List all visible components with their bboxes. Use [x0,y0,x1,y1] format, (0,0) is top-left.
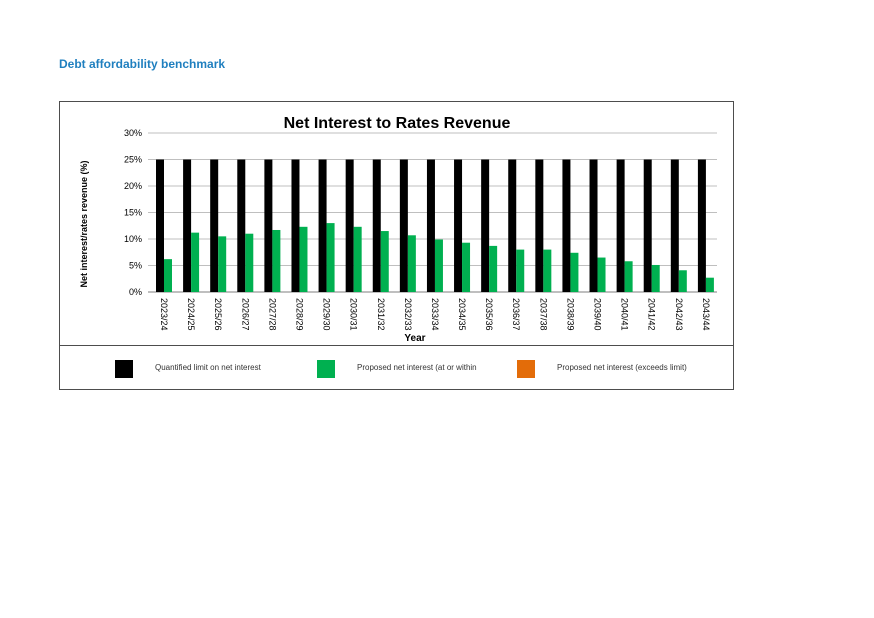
x-tick-label: 2023/24 [159,298,169,331]
bar-proposed [353,226,362,292]
bar-limit [481,159,490,292]
bar-proposed [326,223,335,292]
bar-proposed [516,249,525,292]
y-tick-label: 25% [124,155,142,165]
bar-limit [616,159,625,292]
y-tick-label: 15% [124,208,142,218]
bar-proposed [434,239,443,292]
x-tick-label: 2030/31 [349,298,359,331]
chart-title: Net Interest to Rates Revenue [284,115,511,132]
bar-limit [237,159,246,292]
bar-limit [372,159,381,292]
bar-limit [426,159,435,292]
bar-proposed [218,236,227,292]
x-tick-label: 2033/34 [430,298,440,331]
x-tick-label: 2027/28 [267,298,277,331]
bar-proposed [164,259,172,292]
bar-limit [156,159,164,292]
bar-proposed [191,232,200,292]
x-tick-label: 2042/43 [674,298,684,331]
bar-proposed [543,249,552,292]
y-tick-label: 10% [124,234,142,244]
bar-proposed [380,231,389,292]
x-tick-label: 2024/25 [186,298,196,331]
x-tick-label: 2035/36 [484,298,494,331]
bar-proposed [462,242,471,292]
chart-legend: Quantified limit on net interest Propose… [60,345,733,390]
y-tick-label: 0% [129,287,142,297]
bar-limit [508,159,517,292]
bar-proposed [272,229,281,292]
x-tick-label: 2034/35 [457,298,467,331]
y-tick-label: 30% [124,128,142,138]
bar-limit [318,159,327,292]
x-tick-label: 2039/40 [593,298,603,331]
legend-swatch-green [317,360,335,378]
bar-proposed [489,245,498,292]
x-tick-label: 2026/27 [240,298,250,331]
legend-label: Proposed net interest (at or within [357,363,477,372]
bar-proposed [705,277,714,292]
x-tick-label: 2032/33 [403,298,413,331]
bar-limit [291,159,300,292]
x-tick-label: 2041/42 [647,298,657,331]
y-tick-label: 5% [129,261,142,271]
bar-proposed [245,233,254,292]
chart-plot: Net Interest to Rates Revenue Net intere… [79,115,717,344]
bar-limit [183,159,192,292]
bar-proposed [597,257,606,292]
bar-proposed [624,261,633,292]
x-tick-label: 2025/26 [213,298,223,331]
bar-limit [589,159,598,292]
x-tick-label: 2037/38 [538,298,548,331]
bar-limit [697,159,706,292]
chart-frame: Net Interest to Rates Revenue Net intere… [59,101,734,390]
bar-limit [399,159,408,292]
bar-limit [535,159,544,292]
bar-limit [264,159,273,292]
y-tick-label: 20% [124,181,142,191]
y-axis-label: Net interest/rates revenue (%) [79,160,89,287]
bar-proposed [678,270,687,292]
page-heading: Debt affordability benchmark [59,57,226,71]
bar-limit [643,159,652,292]
legend-label: Quantified limit on net interest [155,363,261,372]
bar-proposed [570,252,579,292]
x-tick-label: 2036/37 [511,298,521,331]
bar-proposed [407,235,416,292]
legend-swatch-black [115,360,133,378]
legend-swatch-orange [517,360,535,378]
bar-proposed [651,264,660,292]
bar-limit [454,159,463,292]
bar-limit [345,159,354,292]
legend-label: Proposed net interest (exceeds limit) [557,363,687,372]
x-tick-label: 2028/29 [294,298,304,331]
bar-limit [210,159,219,292]
x-tick-label: 2029/30 [322,298,332,331]
x-tick-label: 2038/39 [565,298,575,331]
x-tick-label: 2031/32 [376,298,386,331]
x-tick-label: 2040/41 [620,298,630,331]
x-tick-label: 2043/44 [701,298,711,331]
bar-limit [562,159,571,292]
bar-limit [670,159,679,292]
x-axis-label: Year [404,333,425,344]
bar-proposed [299,226,308,292]
